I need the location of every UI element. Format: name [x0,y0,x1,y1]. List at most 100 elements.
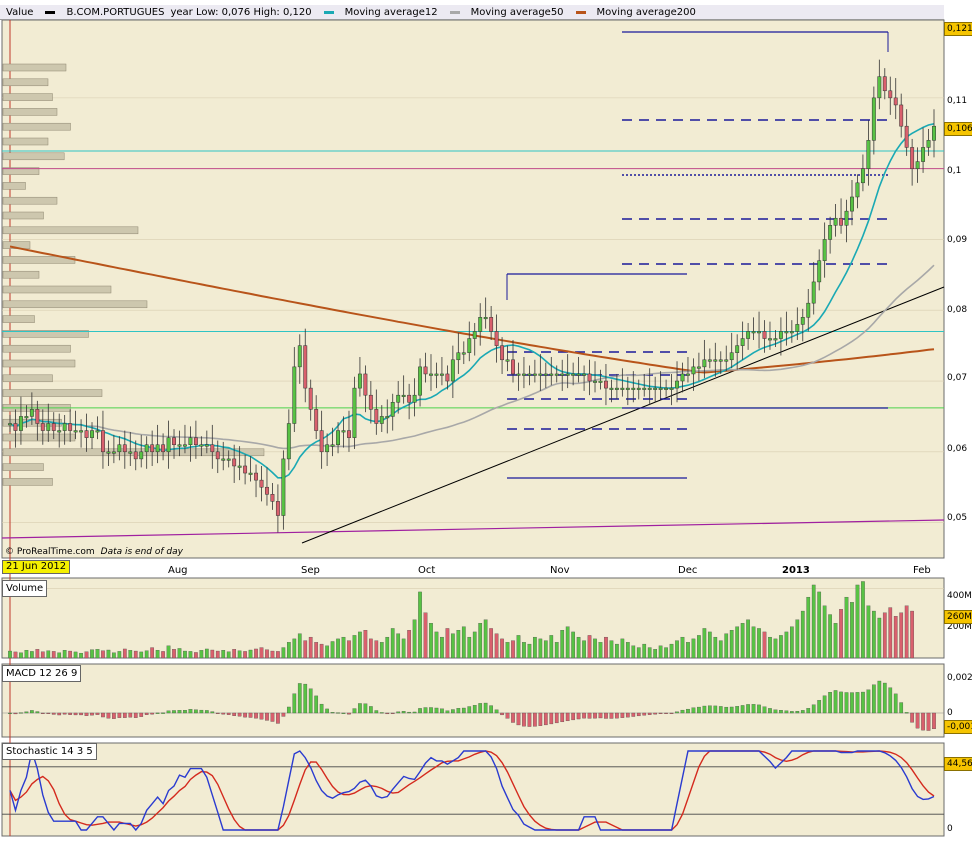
x-tick-label: Nov [550,565,570,576]
candle-body [789,331,794,334]
legend-ma200: Moving average200 [570,7,696,18]
candle-body [713,359,718,362]
candle-body [757,331,761,334]
macd-bar [79,712,83,716]
volume-profile-bar [2,137,49,146]
candle-body [822,239,827,261]
candle-body [314,409,319,431]
volume-bar [707,631,712,659]
y-tick-label: 0,07 [947,373,968,383]
macd-bar [587,712,592,719]
volume-bar [538,638,543,659]
macd-bar [423,707,428,714]
macd-bar [910,712,914,723]
macd-bar [139,712,144,717]
macd-bar [527,712,532,727]
candle-body [625,387,630,390]
volume-bar [303,640,308,659]
candle-body [932,125,936,141]
candle-body [237,465,242,468]
macd-bar [642,712,647,716]
candle-body [778,331,783,339]
macd-bar [866,689,871,714]
candle-body [412,394,417,403]
volume-bar [13,651,18,659]
candle-body [636,387,641,390]
candle-body [582,373,587,376]
candle-body [303,345,308,389]
candle-body [915,161,920,169]
candle-body [117,444,122,453]
macd-bar [194,709,198,714]
volume-bar [183,650,187,659]
volume-bar [51,651,56,659]
volume-bar [658,645,663,659]
y-tick-label: 0,09 [947,235,968,245]
macd-bar [921,712,925,731]
volume-bar [587,635,592,659]
volume-bar [24,650,29,659]
x-tick-label: Aug [168,565,188,576]
volume-profile-bar [2,182,26,190]
candle-body [150,444,155,453]
macd-bar [128,712,133,718]
candle-body [139,451,144,460]
volume-bar [133,650,138,659]
volume-bar [281,647,286,659]
volume-bar [489,628,493,659]
volume-bar [543,640,548,659]
candle-body [368,394,373,410]
volume-bar [62,650,67,659]
candle-body [379,416,384,424]
volume-bar [106,649,111,659]
volume-profile-bar [2,270,40,279]
macd-bar [861,691,865,714]
volume-bar [336,638,340,659]
candle-body [904,125,909,148]
macd-bar [314,695,319,714]
volume-profile-bar [2,211,44,220]
volume-panel-label: Volume [2,580,48,597]
candle-body [489,317,494,332]
candle-body [68,423,73,431]
macd-bar [882,682,887,714]
macd-bar [122,712,127,718]
macd-bar [784,710,789,714]
volume-bar [385,636,390,659]
candle-body [259,479,264,488]
candle-body [855,182,860,198]
volume-bar [79,652,83,659]
volume-bar [833,623,838,659]
candle-body [746,331,751,339]
macd-bar [133,712,138,718]
volume-bar [401,638,406,659]
volume-bar [593,638,597,659]
candle-body [161,444,166,453]
macd-bar [215,712,220,714]
candle-body [500,345,505,361]
macd-bar [210,711,215,714]
volume-bar [609,640,614,659]
macd-bar [232,712,237,716]
candle-body [62,423,67,431]
candle-body [456,352,461,361]
volume-bar [314,642,319,659]
volume-bar [215,650,220,659]
volume-bar [226,651,231,659]
candle-body [806,302,811,318]
candle-body [95,430,100,433]
candle-body [620,387,625,390]
macd-bar [790,711,794,714]
volume-profile-bar [2,300,148,309]
macd-bar [494,709,499,714]
candle-body [18,416,23,431]
macd-bar [768,708,772,714]
macd-bar [84,712,89,716]
candle-body [374,409,379,424]
candle-body [385,416,390,419]
macd-bar [101,712,105,718]
candle-body [439,373,444,376]
candle-body [658,387,663,390]
volume-bar [276,651,280,659]
candle-body [84,430,89,438]
